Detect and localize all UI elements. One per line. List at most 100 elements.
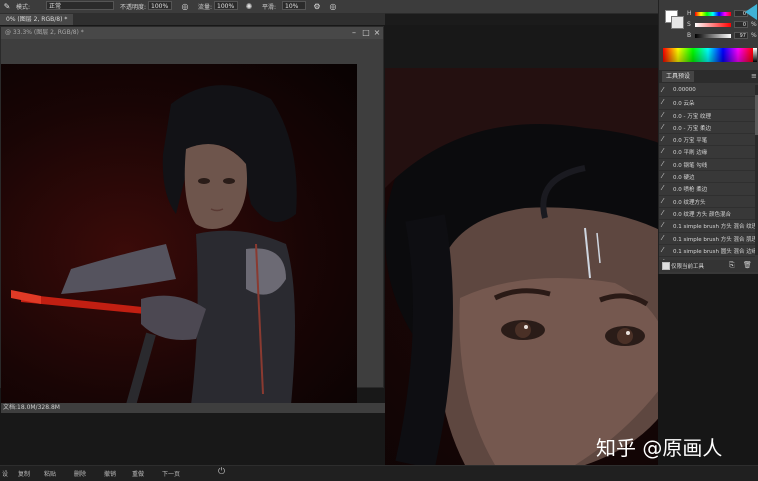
tab-tool-presets[interactable]: 工具预设	[662, 71, 695, 82]
preset-item[interactable]: ⁄ 0.0 平刷 边缘	[659, 146, 755, 159]
brush-icon: ⁄	[662, 221, 664, 230]
brush-icon: ⁄	[662, 233, 664, 242]
brush-icon: ⁄	[662, 172, 664, 181]
taskbar-item-undo[interactable]: 撤销	[104, 469, 116, 478]
taskbar-item-paste[interactable]: 粘贴	[44, 469, 56, 478]
brightness-letter: B	[687, 32, 692, 39]
minimize-icon[interactable]: –	[349, 28, 359, 38]
preset-name: 0.0 纹理方头	[673, 199, 706, 206]
pressure-opacity-icon[interactable]: ◎	[180, 1, 190, 11]
saturation-letter: S	[687, 21, 691, 28]
brush-icon: ⁄	[662, 159, 664, 168]
preset-item[interactable]: ⁄ 0.0 纹理方头	[659, 196, 755, 208]
preset-list: ⁄ 0.00000 ⁄ 0.0 云朵 ⁄ 0.0 - 万宝 纹理 ⁄ 0.0 - 万宝 柔边 ⁄…	[659, 85, 758, 270]
flow-field[interactable]: 100%	[214, 1, 238, 10]
flow-label: 流量:	[198, 4, 213, 11]
airbrush-icon[interactable]: ✺	[244, 1, 254, 11]
preset-name: 0.0 平刷 边缘	[673, 150, 708, 157]
brightness-unit: %	[751, 32, 757, 39]
opacity-label: 不透明度:	[120, 4, 147, 11]
brush-icon: ⁄	[662, 86, 664, 94]
panel-menu-icon[interactable]: ≡	[751, 72, 757, 80]
taskbar-item-delete[interactable]: 删除	[74, 469, 86, 478]
mode-select[interactable]: 正常	[46, 1, 114, 10]
preset-name: 0.00000	[673, 87, 696, 93]
options-bar: ✎ 模式: 正常 不透明度: 100% ◎ 流量: 100% ✺ 平滑: 10%…	[0, 0, 758, 14]
current-tool-only-label: 仅限当前工具	[671, 264, 705, 270]
preset-name: 0.0 云朵	[673, 101, 695, 108]
tool-presets-panel: 工具预设 ≡ ⁄ 0.00000 ⁄ 0.0 云朵 ⁄ 0.0 - 万宝 纹理 ⁄ 0.0 -…	[658, 70, 758, 274]
bottom-toolbar: 设 复制 粘贴 删除 撤销 重做 下一页 ⏻	[0, 465, 758, 481]
brush-icon: ⁄	[662, 184, 664, 193]
close-icon[interactable]: ×	[372, 28, 382, 38]
document-status-bar: 文档:18.0M/328.8M	[1, 403, 385, 413]
preset-name: 0.0 硬边	[673, 175, 695, 182]
document-size: 文档:18.0M/328.8M	[3, 404, 60, 411]
brightness-slider-row: B 97 %	[687, 32, 757, 40]
preset-name: 0.0 喷枪 柔边	[673, 187, 708, 194]
brush-tool-icon[interactable]: ✎	[2, 1, 12, 11]
preset-name: 0.1 simple brush 方头 混合 肌理	[673, 236, 758, 243]
brightness-value[interactable]: 97	[734, 32, 748, 39]
preset-item[interactable]: ⁄ 0.0 云朵	[659, 97, 755, 110]
preset-item[interactable]: ⁄ 0.0 喷枪 柔边	[659, 183, 755, 196]
brush-icon: ⁄	[662, 196, 664, 205]
preset-item[interactable]: ⁄ 0.0 硬边	[659, 171, 755, 184]
preset-item[interactable]: ⁄ 0.0 万宝 平笔	[659, 134, 755, 147]
smooth-label: 平滑:	[262, 4, 277, 11]
saturation-value[interactable]: 0	[734, 21, 748, 28]
maximize-icon[interactable]: □	[361, 28, 371, 38]
window-title: @ 33.3% (图层 2, RGB/8) *	[5, 29, 84, 36]
saturation-slider-row: S 0 %	[687, 21, 757, 29]
smooth-field[interactable]: 10%	[282, 1, 306, 10]
opacity-field[interactable]: 100%	[148, 1, 172, 10]
preset-item[interactable]: ⁄ 0.0 - 万宝 柔边	[659, 122, 755, 135]
hue-letter: H	[687, 10, 692, 17]
hue-slider[interactable]	[695, 12, 731, 16]
new-preset-icon[interactable]: ⎘	[729, 261, 735, 270]
taskbar-item-redo[interactable]: 重做	[132, 469, 144, 478]
preset-footer: 仅限当前工具 ⎘ 🗑	[659, 260, 758, 272]
floating-document-window: @ 33.3% (图层 2, RGB/8) * – □ × 文档:18.0M/3…	[0, 26, 385, 413]
brush-icon: ⁄	[662, 245, 664, 254]
preset-name: 0.1 simple brush 方头 混合 纹理	[673, 224, 758, 231]
current-tool-only-checkbox[interactable]	[662, 262, 670, 270]
pressure-size-icon[interactable]: ◎	[328, 1, 338, 11]
preset-name: 0.0 - 万宝 柔边	[673, 125, 711, 132]
background-color-swatch[interactable]	[671, 16, 684, 29]
brush-icon: ⁄	[662, 147, 664, 156]
mode-label: 模式:	[16, 4, 31, 11]
taskbar-item-next[interactable]: 下一页	[162, 469, 180, 478]
window-title-bar[interactable]: @ 33.3% (图层 2, RGB/8) * – □ ×	[1, 27, 383, 39]
brush-icon: ⁄	[662, 208, 664, 217]
panel-tab-bar: 工具预设 ≡	[659, 70, 758, 83]
hue-value[interactable]: 0	[734, 10, 748, 17]
saturation-slider[interactable]	[695, 23, 731, 27]
color-spectrum[interactable]	[663, 48, 753, 62]
brightness-slider[interactable]	[695, 34, 731, 38]
trash-icon[interactable]: 🗑	[743, 261, 752, 269]
brush-icon: ⁄	[662, 110, 664, 119]
preset-item[interactable]: ⁄ 0.0 - 万宝 纹理	[659, 110, 755, 122]
preset-item[interactable]: ⁄ 0.1 simple brush 方头 混合 肌理	[659, 233, 758, 245]
document-canvas[interactable]	[1, 64, 357, 405]
grayscale-ramp[interactable]	[753, 48, 757, 62]
brush-icon: ⁄	[662, 122, 664, 131]
preset-name: 0.0 纹理 方头 颜色混合	[673, 211, 731, 218]
taskbar-item-copy[interactable]: 复制	[18, 469, 30, 478]
preset-name: 0.0 万宝 平笔	[673, 138, 708, 145]
preset-item[interactable]: ⁄ 0.0 钢笔 勾线	[659, 159, 755, 172]
color-panel: H 0 % S 0 % B 97 %	[658, 0, 758, 70]
preset-item[interactable]: ⁄ 0.1 simple brush 方头 混合 纹理	[659, 220, 758, 233]
power-icon[interactable]: ⏻	[218, 467, 225, 477]
gear-icon[interactable]: ⚙	[312, 1, 322, 11]
taskbar-item-0[interactable]: 设	[2, 469, 8, 478]
preset-item[interactable]: ⁄ 0.00000	[659, 85, 755, 98]
document-tab[interactable]: 0% (图层 2, RGB/8) *	[0, 14, 74, 25]
preset-item[interactable]: ⁄ 0.1 simple brush 圆头 混合 边缘	[659, 245, 757, 258]
brush-icon: ⁄	[662, 135, 664, 144]
preset-name: 0.0 钢笔 勾线	[673, 162, 708, 169]
painting-full	[11, 85, 297, 405]
preset-item[interactable]: ⁄ 0.0 纹理 方头 颜色混合	[659, 208, 755, 221]
saturation-unit: %	[751, 21, 757, 28]
